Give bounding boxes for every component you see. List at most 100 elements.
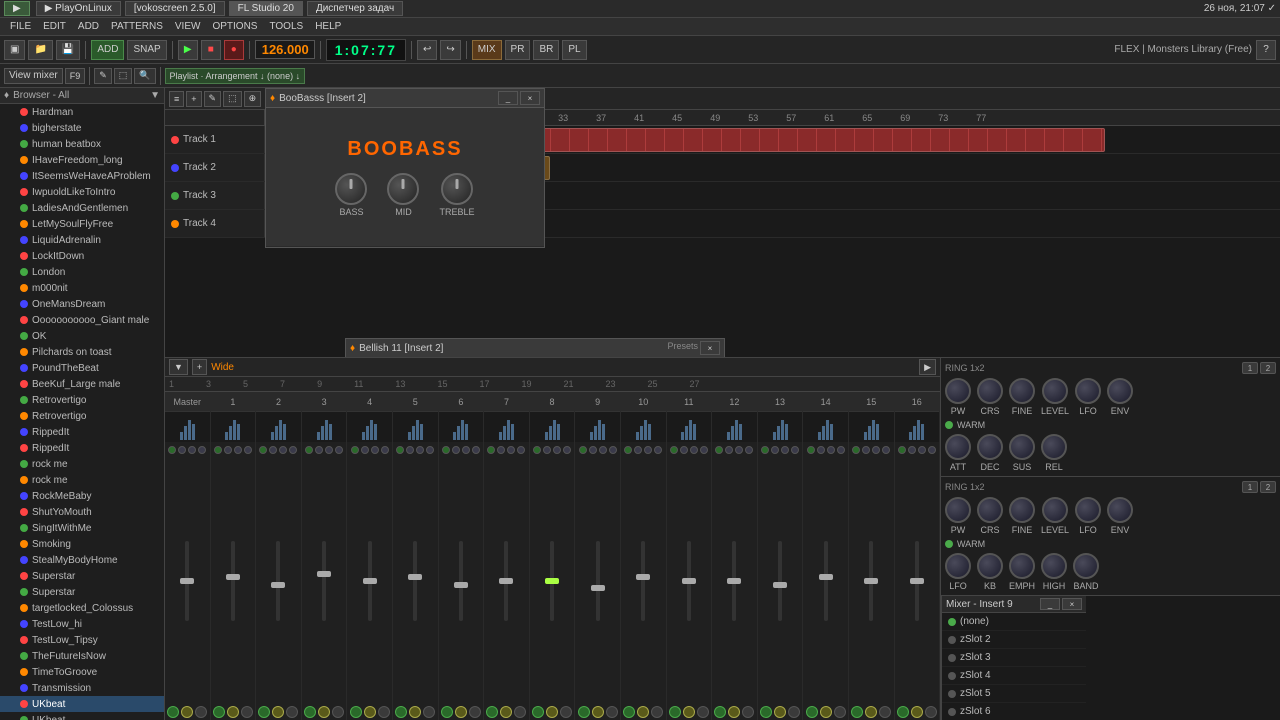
rel-knob[interactable] — [1041, 434, 1067, 460]
collapse-wide-btn[interactable]: ▼ — [169, 359, 188, 375]
sidebar-item-17[interactable]: BeeKuf_Large male — [0, 376, 164, 392]
ch-btn-G-4[interactable] — [350, 706, 362, 718]
send-dot-0[interactable] — [807, 446, 815, 454]
send-dot-3[interactable] — [654, 446, 662, 454]
send-dot-1[interactable] — [589, 446, 597, 454]
fader-knob-5[interactable] — [408, 574, 422, 580]
send-dot-1[interactable] — [862, 446, 870, 454]
send-dot-1[interactable] — [224, 446, 232, 454]
ch-btn-R-4[interactable] — [378, 706, 390, 718]
mixer-button[interactable]: MIX — [472, 40, 502, 60]
insert-item-2[interactable]: zSlot 3 — [942, 649, 1086, 667]
sidebar-item-33[interactable]: TestLow_Tipsy — [0, 632, 164, 648]
sidebar-item-31[interactable]: targetlocked_Colossus — [0, 600, 164, 616]
ch-btn-G-15[interactable] — [851, 706, 863, 718]
crs-knob[interactable] — [977, 378, 1003, 404]
send-dot-2[interactable] — [918, 446, 926, 454]
level2-knob[interactable] — [1042, 497, 1068, 523]
sidebar-item-3[interactable]: IHaveFreedom_long — [0, 152, 164, 168]
pw-knob[interactable] — [945, 378, 971, 404]
fader-knob-7[interactable] — [499, 578, 513, 584]
fader-knob-12[interactable] — [727, 578, 741, 584]
send-dot-1[interactable] — [771, 446, 779, 454]
ch-btn-R-2[interactable] — [286, 706, 298, 718]
insert-item-4[interactable]: zSlot 5 — [942, 685, 1086, 703]
ch-btn-Y-14[interactable] — [820, 706, 832, 718]
ch-btn-G-0[interactable] — [167, 706, 179, 718]
sidebar-item-21[interactable]: RippedIt — [0, 440, 164, 456]
ch-btn-R-8[interactable] — [560, 706, 572, 718]
mod-close-btn[interactable]: × — [700, 341, 720, 355]
fader-knob-6[interactable] — [454, 582, 468, 588]
menu-item-options[interactable]: OPTIONS — [206, 20, 263, 33]
ch-btn-G-11[interactable] — [669, 706, 681, 718]
ch-btn-G-6[interactable] — [441, 706, 453, 718]
sidebar-item-11[interactable]: m000nit — [0, 280, 164, 296]
ch-btn-Y-15[interactable] — [865, 706, 877, 718]
sus-knob[interactable] — [1009, 434, 1035, 460]
send-dot-0[interactable] — [259, 446, 267, 454]
taskbar-item[interactable]: FL Studio 20 — [229, 1, 303, 16]
send-dot-3[interactable] — [837, 446, 845, 454]
send-dot-2[interactable] — [872, 446, 880, 454]
send-dot-0[interactable] — [168, 446, 176, 454]
sidebar-item-26[interactable]: SingItWithMe — [0, 520, 164, 536]
fader-knob-13[interactable] — [773, 582, 787, 588]
send-dot-2[interactable] — [371, 446, 379, 454]
send-dot-3[interactable] — [335, 446, 343, 454]
boobass-titlebar[interactable]: ♦ BooBasss [Insert 2] _ × — [266, 89, 544, 108]
insert-item-3[interactable]: zSlot 4 — [942, 667, 1086, 685]
sidebar-item-23[interactable]: rock me — [0, 472, 164, 488]
crs2-knob[interactable] — [977, 497, 1003, 523]
sidebar-item-1[interactable]: bigherstate — [0, 120, 164, 136]
att-knob[interactable] — [945, 434, 971, 460]
bass-knob[interactable] — [335, 173, 367, 205]
draw-btn[interactable]: ✎ — [94, 68, 112, 84]
send-dot-2[interactable] — [188, 446, 196, 454]
add-wide-btn[interactable]: + — [192, 359, 207, 375]
fader-knob-10[interactable] — [636, 574, 650, 580]
ch-btn-G-9[interactable] — [578, 706, 590, 718]
taskbar-item[interactable]: ▶ PlayOnLinux — [36, 1, 121, 16]
sidebar-item-15[interactable]: Pilchards on toast — [0, 344, 164, 360]
send-dot-3[interactable] — [244, 446, 252, 454]
fader-knob-14[interactable] — [819, 574, 833, 580]
menu-item-file[interactable]: FILE — [4, 20, 37, 33]
ch-btn-G-3[interactable] — [304, 706, 316, 718]
pen-btn[interactable]: ✎ — [204, 91, 222, 107]
ch-btn-R-6[interactable] — [469, 706, 481, 718]
select-btn[interactable]: ⬚ — [114, 68, 133, 84]
level-knob[interactable] — [1042, 378, 1068, 404]
ch-btn-R-9[interactable] — [606, 706, 618, 718]
send-dot-1[interactable] — [680, 446, 688, 454]
ch-btn-G-10[interactable] — [623, 706, 635, 718]
ch-btn-G-1[interactable] — [213, 706, 225, 718]
sidebar-item-4[interactable]: ItSeemsWeHaveAProblem — [0, 168, 164, 184]
send-dot-2[interactable] — [279, 446, 287, 454]
send-dot-3[interactable] — [882, 446, 890, 454]
send-dot-0[interactable] — [715, 446, 723, 454]
mid-knob[interactable] — [387, 173, 419, 205]
high-knob[interactable] — [1041, 553, 1067, 579]
inserts-min-btn[interactable]: _ — [1040, 598, 1060, 610]
taskbar-start[interactable]: ▶ — [4, 1, 30, 16]
ch-btn-Y-16[interactable] — [911, 706, 923, 718]
sidebar-item-8[interactable]: LiquidAdrenalin — [0, 232, 164, 248]
send-dot-0[interactable] — [533, 446, 541, 454]
send-dot-2[interactable] — [827, 446, 835, 454]
ch-btn-G-5[interactable] — [395, 706, 407, 718]
send-dot-0[interactable] — [396, 446, 404, 454]
send-dot-3[interactable] — [426, 446, 434, 454]
menu-item-patterns[interactable]: PATTERNS — [105, 20, 169, 33]
fader-knob-1[interactable] — [226, 574, 240, 580]
send-dot-3[interactable] — [791, 446, 799, 454]
send-dot-0[interactable] — [624, 446, 632, 454]
add-track-btn[interactable]: + — [186, 91, 201, 107]
zoom-pl-btn[interactable]: ⊕ — [244, 91, 262, 107]
piano-roll-button[interactable]: PR — [505, 40, 531, 60]
ch-btn-Y-3[interactable] — [318, 706, 330, 718]
menu-item-view[interactable]: VIEW — [169, 20, 207, 33]
send-dot-2[interactable] — [416, 446, 424, 454]
send-dot-0[interactable] — [351, 446, 359, 454]
sidebar-item-18[interactable]: Retrovertigo — [0, 392, 164, 408]
